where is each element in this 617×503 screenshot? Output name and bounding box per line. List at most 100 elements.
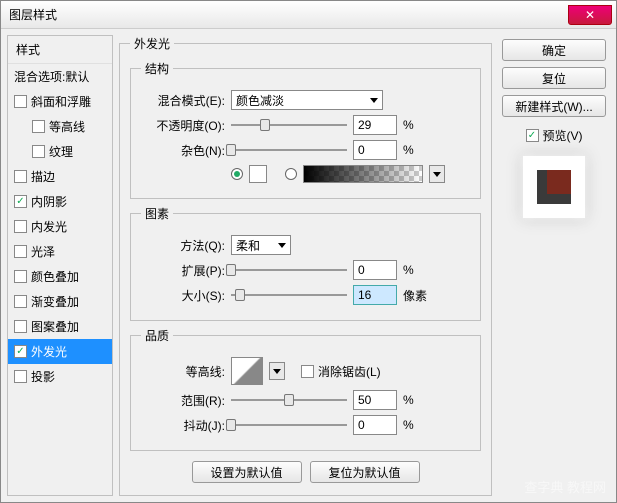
- glow-color-swatch[interactable]: [249, 165, 267, 183]
- sidebar-item-label: 颜色叠加: [31, 268, 79, 285]
- reset-default-button[interactable]: 复位为默认值: [310, 461, 420, 483]
- quality-legend: 品质: [141, 327, 173, 344]
- cancel-button[interactable]: 复位: [502, 67, 606, 89]
- styles-list: 样式 混合选项:默认 斜面和浮雕等高线纹理描边 ✓ 内阴影内发光光泽颜色叠加渐变叠加…: [7, 35, 113, 496]
- method-label: 方法(Q):: [141, 237, 225, 254]
- blending-options[interactable]: 混合选项:默认: [8, 64, 112, 89]
- spread-input[interactable]: [353, 260, 397, 280]
- jitter-input[interactable]: [353, 415, 397, 435]
- noise-input[interactable]: [353, 140, 397, 160]
- contour-dropdown[interactable]: [269, 362, 285, 380]
- style-checkbox[interactable]: [14, 170, 27, 183]
- size-label: 大小(S):: [141, 287, 225, 304]
- style-checkbox[interactable]: [32, 145, 45, 158]
- range-label: 范围(R):: [141, 392, 225, 409]
- size-unit: 像素: [403, 287, 431, 304]
- style-checkbox[interactable]: [14, 95, 27, 108]
- method-select[interactable]: 柔和: [231, 235, 291, 255]
- sidebar-item-9[interactable]: 图案叠加: [8, 314, 112, 339]
- noise-label: 杂色(N):: [141, 142, 225, 159]
- style-checkbox[interactable]: [14, 270, 27, 283]
- chevron-down-icon: [278, 243, 286, 248]
- ok-button[interactable]: 确定: [502, 39, 606, 61]
- chevron-down-icon: [273, 369, 281, 374]
- sidebar-item-label: 描边: [31, 168, 55, 185]
- sidebar-item-label: 渐变叠加: [31, 293, 79, 310]
- gradient-picker[interactable]: [303, 165, 423, 183]
- structure-group: 结构 混合模式(E): 颜色减淡 不透明度(O): %: [130, 60, 481, 199]
- style-checkbox[interactable]: [32, 120, 45, 133]
- sidebar-item-label: 等高线: [49, 118, 85, 135]
- outer-glow-panel: 外发光 结构 混合模式(E): 颜色减淡 不透明度(O):: [119, 35, 492, 496]
- elements-group: 图素 方法(Q): 柔和 扩展(P): %: [130, 205, 481, 321]
- sidebar-item-5[interactable]: 内发光: [8, 214, 112, 239]
- range-slider[interactable]: [231, 393, 347, 407]
- structure-legend: 结构: [141, 60, 173, 77]
- sidebar-item-6[interactable]: 光泽: [8, 239, 112, 264]
- antialias-label: 消除锯齿(L): [318, 363, 381, 380]
- range-unit: %: [403, 393, 431, 407]
- sidebar-item-label: 投影: [31, 368, 55, 385]
- jitter-slider[interactable]: [231, 418, 347, 432]
- spread-unit: %: [403, 263, 431, 277]
- antialias-checkbox[interactable]: [301, 365, 314, 378]
- chevron-down-icon: [370, 98, 378, 103]
- opacity-label: 不透明度(O):: [141, 117, 225, 134]
- sidebar-item-1[interactable]: 等高线: [8, 114, 112, 139]
- sidebar-item-label: 内发光: [31, 218, 67, 235]
- style-checkbox[interactable]: ✓: [14, 345, 27, 358]
- contour-label: 等高线:: [141, 363, 225, 380]
- sidebar-item-10[interactable]: ✓ 外发光: [8, 339, 112, 364]
- sidebar-item-label: 图案叠加: [31, 318, 79, 335]
- style-checkbox[interactable]: [14, 245, 27, 258]
- close-icon: ✕: [585, 8, 595, 22]
- opacity-input[interactable]: [353, 115, 397, 135]
- range-input[interactable]: [353, 390, 397, 410]
- gradient-radio[interactable]: [285, 168, 297, 180]
- style-checkbox[interactable]: [14, 370, 27, 383]
- elements-legend: 图素: [141, 205, 173, 222]
- contour-picker[interactable]: [231, 357, 263, 385]
- close-button[interactable]: ✕: [568, 5, 612, 25]
- blend-mode-label: 混合模式(E):: [141, 92, 225, 109]
- blend-mode-select[interactable]: 颜色减淡: [231, 90, 383, 110]
- style-checkbox[interactable]: [14, 320, 27, 333]
- sidebar-item-0[interactable]: 斜面和浮雕: [8, 89, 112, 114]
- opacity-unit: %: [403, 118, 431, 132]
- panel-title: 外发光: [130, 35, 174, 52]
- style-checkbox[interactable]: ✓: [14, 195, 27, 208]
- sidebar-item-label: 斜面和浮雕: [31, 93, 91, 110]
- jitter-label: 抖动(J):: [141, 417, 225, 434]
- noise-unit: %: [403, 143, 431, 157]
- noise-slider[interactable]: [231, 143, 347, 157]
- sidebar-item-label: 光泽: [31, 243, 55, 260]
- sidebar-item-7[interactable]: 颜色叠加: [8, 264, 112, 289]
- size-slider[interactable]: [231, 288, 347, 302]
- spread-slider[interactable]: [231, 263, 347, 277]
- sidebar-item-label: 纹理: [49, 143, 73, 160]
- color-radio[interactable]: [231, 168, 243, 180]
- sidebar-item-3[interactable]: 描边: [8, 164, 112, 189]
- style-checkbox[interactable]: [14, 220, 27, 233]
- preview-checkbox[interactable]: ✓: [526, 129, 539, 142]
- sidebar-item-11[interactable]: 投影: [8, 364, 112, 389]
- chevron-down-icon: [433, 172, 441, 177]
- sidebar-item-label: 内阴影: [31, 193, 67, 210]
- size-input[interactable]: [353, 285, 397, 305]
- preview-label: 预览(V): [543, 127, 583, 144]
- spread-label: 扩展(P):: [141, 262, 225, 279]
- set-default-button[interactable]: 设置为默认值: [192, 461, 302, 483]
- sidebar-item-8[interactable]: 渐变叠加: [8, 289, 112, 314]
- window-title: 图层样式: [9, 6, 57, 23]
- preview-swatch: [523, 156, 585, 218]
- quality-group: 品质 等高线: 消除锯齿(L) 范围(R): %: [130, 327, 481, 451]
- styles-header: 样式: [8, 36, 112, 64]
- jitter-unit: %: [403, 418, 431, 432]
- opacity-slider[interactable]: [231, 118, 347, 132]
- gradient-dropdown[interactable]: [429, 165, 445, 183]
- sidebar-item-label: 外发光: [31, 343, 67, 360]
- sidebar-item-2[interactable]: 纹理: [8, 139, 112, 164]
- sidebar-item-4[interactable]: ✓ 内阴影: [8, 189, 112, 214]
- new-style-button[interactable]: 新建样式(W)...: [502, 95, 606, 117]
- style-checkbox[interactable]: [14, 295, 27, 308]
